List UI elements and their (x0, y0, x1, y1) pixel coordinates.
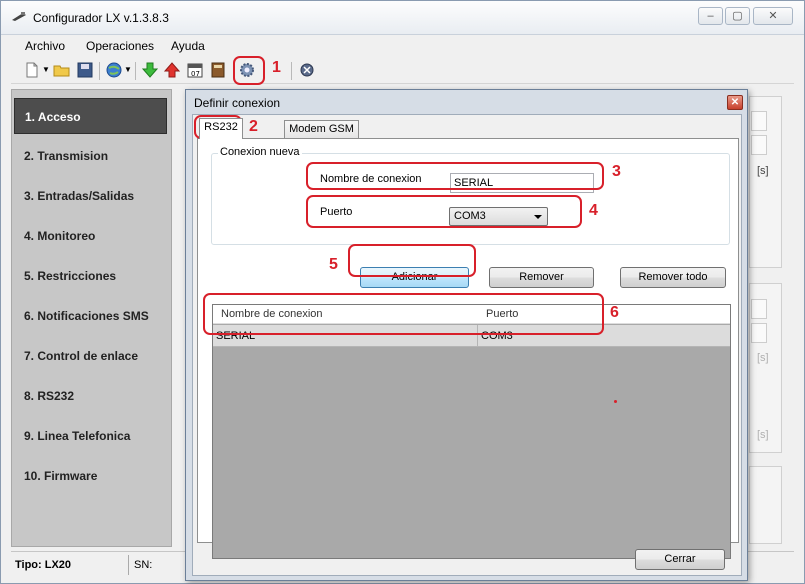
background-field (751, 111, 767, 131)
sidebar-item-restricciones[interactable]: 5. Restricciones (14, 258, 167, 294)
background-unit: [s] (757, 429, 769, 441)
new-icon[interactable] (23, 61, 41, 79)
sidebar-item-monitoreo[interactable]: 4. Monitoreo (14, 218, 167, 254)
status-divider (128, 555, 129, 575)
tab-rs232[interactable]: RS232 (199, 118, 243, 139)
title-bar: Configurador LX v.1.3.8.3 – ▢ ✕ (1, 1, 804, 35)
toolbar-separator (291, 62, 292, 80)
sidebar-item-transmision[interactable]: 2. Transmision (14, 138, 167, 174)
app-icon (12, 12, 26, 21)
annotation-box-3 (306, 162, 604, 190)
book-icon[interactable] (209, 61, 227, 79)
annotation-4: 4 (589, 202, 598, 219)
annotation-box-1 (233, 56, 265, 85)
group-title: Conexion nueva (218, 146, 302, 158)
sidebar-item-linea-telefonica[interactable]: 9. Linea Telefonica (14, 418, 167, 454)
sidebar-item-acceso[interactable]: 1. Acceso (14, 98, 167, 134)
tab-modem-gsm[interactable]: Modem GSM (284, 120, 359, 139)
background-unit: [s] (757, 352, 769, 364)
annotation-box-6 (203, 293, 604, 335)
dialog-close-icon[interactable]: ✕ (727, 95, 743, 110)
dialog-title: Definir conexion (194, 96, 281, 110)
download-arrow-icon[interactable] (141, 61, 159, 79)
annotation-box-4 (306, 195, 582, 228)
close-window-button[interactable]: ✕ (753, 7, 793, 25)
sidebar: 1. Acceso 2. Transmision 3. Entradas/Sal… (11, 89, 172, 547)
background-field (751, 299, 767, 319)
remove-all-button[interactable]: Remover todo (620, 267, 726, 288)
annotation-5: 5 (329, 256, 338, 273)
globe-icon[interactable] (105, 61, 123, 79)
maximize-button[interactable]: ▢ (725, 7, 750, 25)
red-dot-mark (614, 400, 617, 403)
connections-table: Nombre de conexion Puerto SERIAL COM3 (212, 304, 731, 559)
toolbar-separator (99, 62, 100, 80)
dropdown-arrow-icon[interactable]: ▼ (124, 65, 132, 74)
calendar-icon[interactable]: 07 (186, 61, 204, 79)
open-folder-icon[interactable] (53, 61, 71, 79)
status-tipo: Tipo: LX20 (15, 559, 72, 571)
menu-operaciones[interactable]: Operaciones (86, 39, 154, 53)
save-icon[interactable] (76, 61, 94, 79)
sidebar-item-entradas-salidas[interactable]: 3. Entradas/Salidas (14, 178, 167, 214)
annotation-3: 3 (612, 163, 621, 180)
sidebar-item-control-enlace[interactable]: 7. Control de enlace (14, 338, 167, 374)
background-field (751, 135, 767, 155)
upload-arrow-icon[interactable] (163, 61, 181, 79)
svg-text:07: 07 (191, 70, 200, 78)
annotation-6: 6 (610, 304, 619, 321)
annotation-1: 1 (272, 59, 281, 76)
remove-button[interactable]: Remover (489, 267, 594, 288)
toolbar: ▼ ▼ 07 (11, 58, 794, 84)
dropdown-arrow-icon[interactable]: ▼ (42, 65, 50, 74)
sidebar-item-rs232[interactable]: 8. RS232 (14, 378, 167, 414)
minimize-button[interactable]: – (698, 7, 723, 25)
sidebar-item-notificaciones-sms[interactable]: 6. Notificaciones SMS (14, 298, 167, 334)
menu-archivo[interactable]: Archivo (25, 39, 65, 53)
background-unit: [s] (757, 165, 769, 177)
annotation-2: 2 (249, 118, 258, 135)
background-panel (749, 466, 782, 544)
background-field (751, 323, 767, 343)
annotation-box-5 (348, 244, 476, 277)
close-button[interactable]: Cerrar (635, 549, 725, 570)
disconnect-icon[interactable] (298, 61, 316, 79)
window-title: Configurador LX v.1.3.8.3 (33, 11, 169, 25)
sidebar-item-firmware[interactable]: 10. Firmware (14, 458, 167, 494)
menu-ayuda[interactable]: Ayuda (171, 39, 205, 53)
status-sn: SN: (134, 559, 153, 571)
toolbar-separator (135, 62, 136, 80)
